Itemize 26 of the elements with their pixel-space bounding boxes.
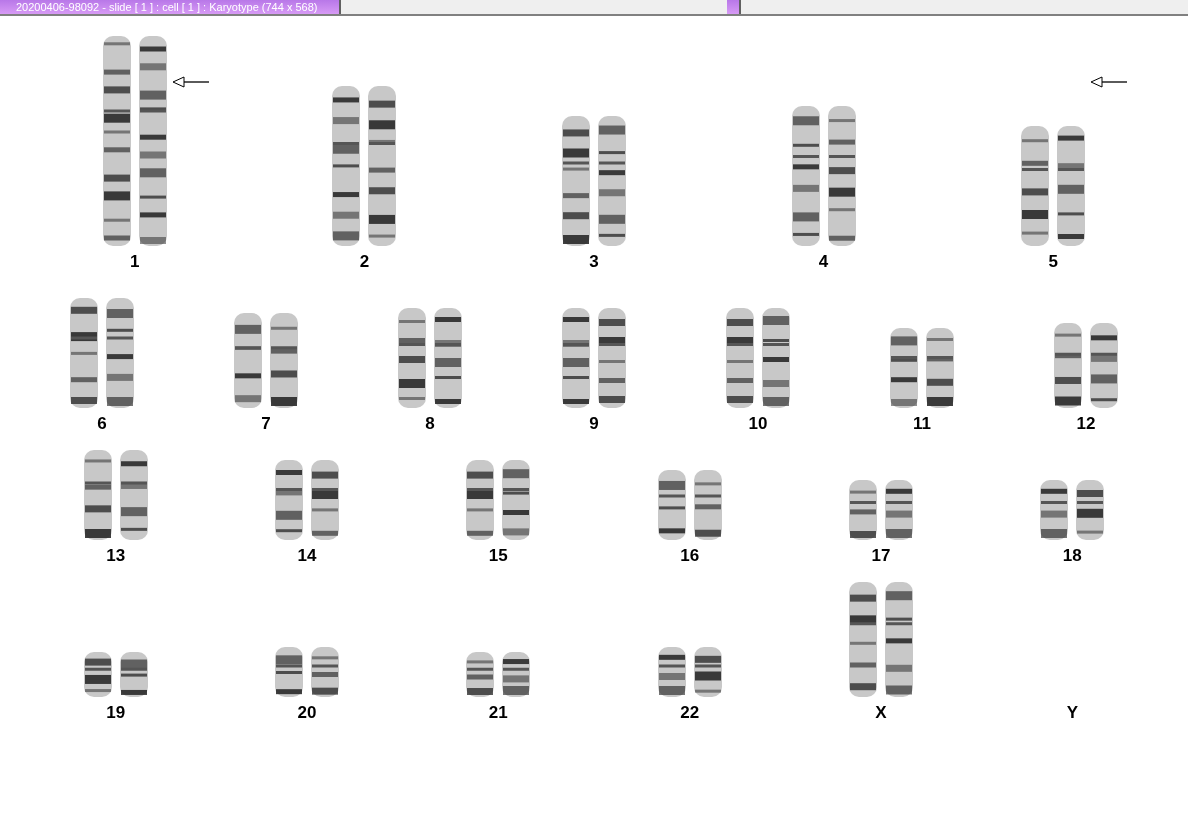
chromosome-label: X bbox=[875, 703, 887, 723]
chromosome-label: 17 bbox=[871, 546, 891, 566]
chromosome-label: 13 bbox=[106, 546, 126, 566]
chromosome-label: 8 bbox=[425, 414, 435, 434]
chromosome-label: 22 bbox=[680, 703, 700, 723]
tab-handle[interactable] bbox=[727, 0, 742, 14]
chromosome-label: 12 bbox=[1076, 414, 1096, 434]
chromosome-label: 16 bbox=[680, 546, 700, 566]
chromosome-label: 21 bbox=[488, 703, 508, 723]
chromosome-label: 7 bbox=[261, 414, 271, 434]
chromosome-label: 14 bbox=[297, 546, 317, 566]
chromosome-label: 10 bbox=[748, 414, 768, 434]
chromosome-label: 5 bbox=[1048, 252, 1058, 272]
chromosome-label: 20 bbox=[297, 703, 317, 723]
chromosome-label: 11 bbox=[913, 414, 931, 434]
chromosome-label: 9 bbox=[589, 414, 599, 434]
chromosome-label: 6 bbox=[97, 414, 107, 434]
chromosome-label: 19 bbox=[106, 703, 126, 723]
chromosome-label: 2 bbox=[359, 252, 370, 272]
chromosome-label: Y bbox=[1066, 703, 1078, 723]
chromosome-label: 4 bbox=[818, 252, 829, 272]
chromosome-label: 1 bbox=[130, 252, 140, 272]
chromosome-label: 15 bbox=[488, 546, 508, 566]
chromosome-label: 18 bbox=[1062, 546, 1082, 566]
chromosome-label: 3 bbox=[589, 252, 599, 272]
window-tab[interactable]: 20200406-98092 - slide [ 1 ] : cell [ 1 ] : Karyotype (744 x 568) bbox=[0, 0, 342, 14]
